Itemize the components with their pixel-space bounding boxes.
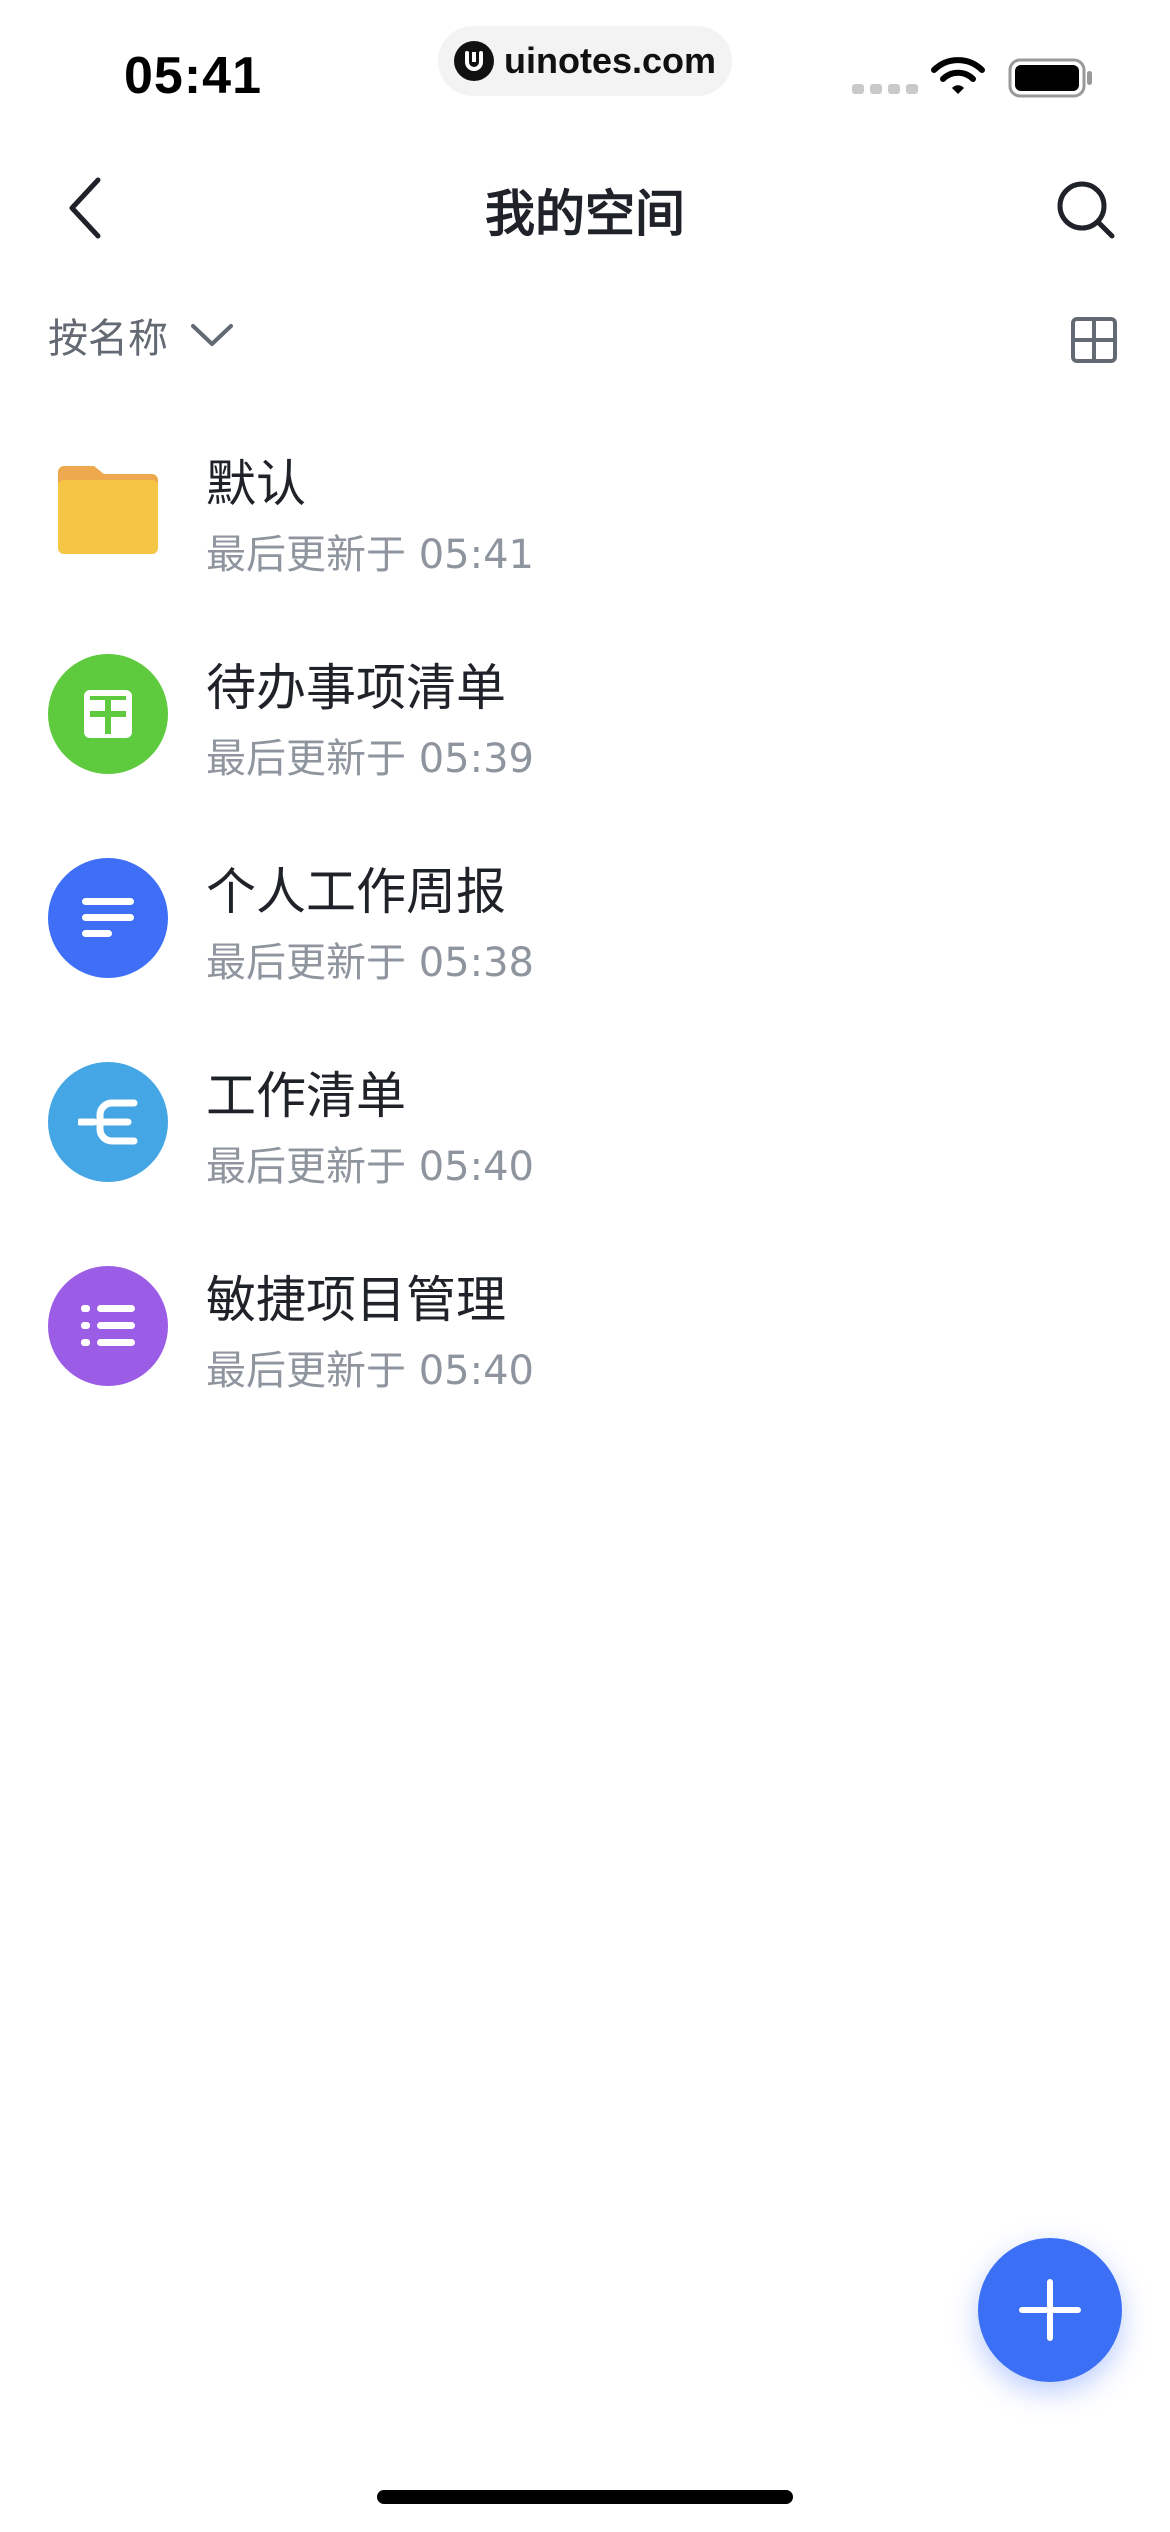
watermark-text: uinotes.com bbox=[503, 40, 717, 81]
status-bar: 05:41 uinotes.com bbox=[0, 0, 1170, 150]
watermark-badge: uinotes.com bbox=[438, 26, 732, 96]
navigation-bar: 我的空间 bbox=[0, 150, 1170, 266]
bullet-list-icon bbox=[48, 1266, 168, 1386]
home-indicator bbox=[377, 2490, 793, 2504]
wifi-icon bbox=[930, 56, 986, 100]
list-item[interactable]: 工作清单 最后更新于 05:40 bbox=[0, 1042, 1170, 1246]
item-subtitle: 最后更新于 05:39 bbox=[206, 736, 534, 782]
item-subtitle: 最后更新于 05:40 bbox=[206, 1144, 534, 1190]
document-lines-icon bbox=[48, 858, 168, 978]
search-icon bbox=[1057, 181, 1115, 239]
item-title: 待办事项清单 bbox=[206, 659, 506, 717]
folder-icon bbox=[48, 450, 168, 570]
file-list: 默认 最后更新于 05:41 待办事项清单 最后更新于 05:39 个人工作周报… bbox=[0, 430, 1170, 1450]
battery-icon bbox=[1008, 58, 1094, 102]
mindmap-icon bbox=[48, 1062, 168, 1182]
status-time: 05:41 bbox=[124, 47, 262, 105]
item-subtitle: 最后更新于 05:38 bbox=[206, 940, 534, 986]
sort-bar: 按名称 bbox=[0, 296, 1170, 382]
table-grid-icon bbox=[48, 654, 168, 774]
list-item[interactable]: 个人工作周报 最后更新于 05:38 bbox=[0, 838, 1170, 1042]
sort-label: 按名称 bbox=[48, 316, 168, 362]
item-subtitle: 最后更新于 05:41 bbox=[206, 532, 534, 578]
item-subtitle: 最后更新于 05:40 bbox=[206, 1348, 534, 1394]
item-title: 默认 bbox=[206, 455, 306, 513]
search-button[interactable] bbox=[1046, 170, 1126, 250]
grid-view-toggle-button[interactable] bbox=[1066, 312, 1122, 368]
list-item[interactable]: 待办事项清单 最后更新于 05:39 bbox=[0, 634, 1170, 838]
cellular-signal-icon bbox=[852, 84, 918, 94]
page-title: 我的空间 bbox=[485, 185, 685, 243]
item-title: 个人工作周报 bbox=[206, 863, 506, 921]
uinotes-logo-icon bbox=[453, 41, 494, 81]
grid-view-icon bbox=[1071, 317, 1117, 363]
list-item[interactable]: 敏捷项目管理 最后更新于 05:40 bbox=[0, 1246, 1170, 1450]
chevron-down-icon bbox=[191, 324, 233, 346]
list-item[interactable]: 默认 最后更新于 05:41 bbox=[0, 430, 1170, 634]
my-space-screen: 05:41 uinotes.com 我的空间 按名称 默认 最后更新于 05:4… bbox=[0, 0, 1170, 2532]
plus-icon bbox=[1019, 2279, 1081, 2341]
create-new-button[interactable] bbox=[978, 2238, 1122, 2382]
item-title: 敏捷项目管理 bbox=[206, 1271, 506, 1329]
item-title: 工作清单 bbox=[206, 1067, 406, 1125]
sort-dropdown[interactable]: 按名称 bbox=[48, 306, 234, 364]
